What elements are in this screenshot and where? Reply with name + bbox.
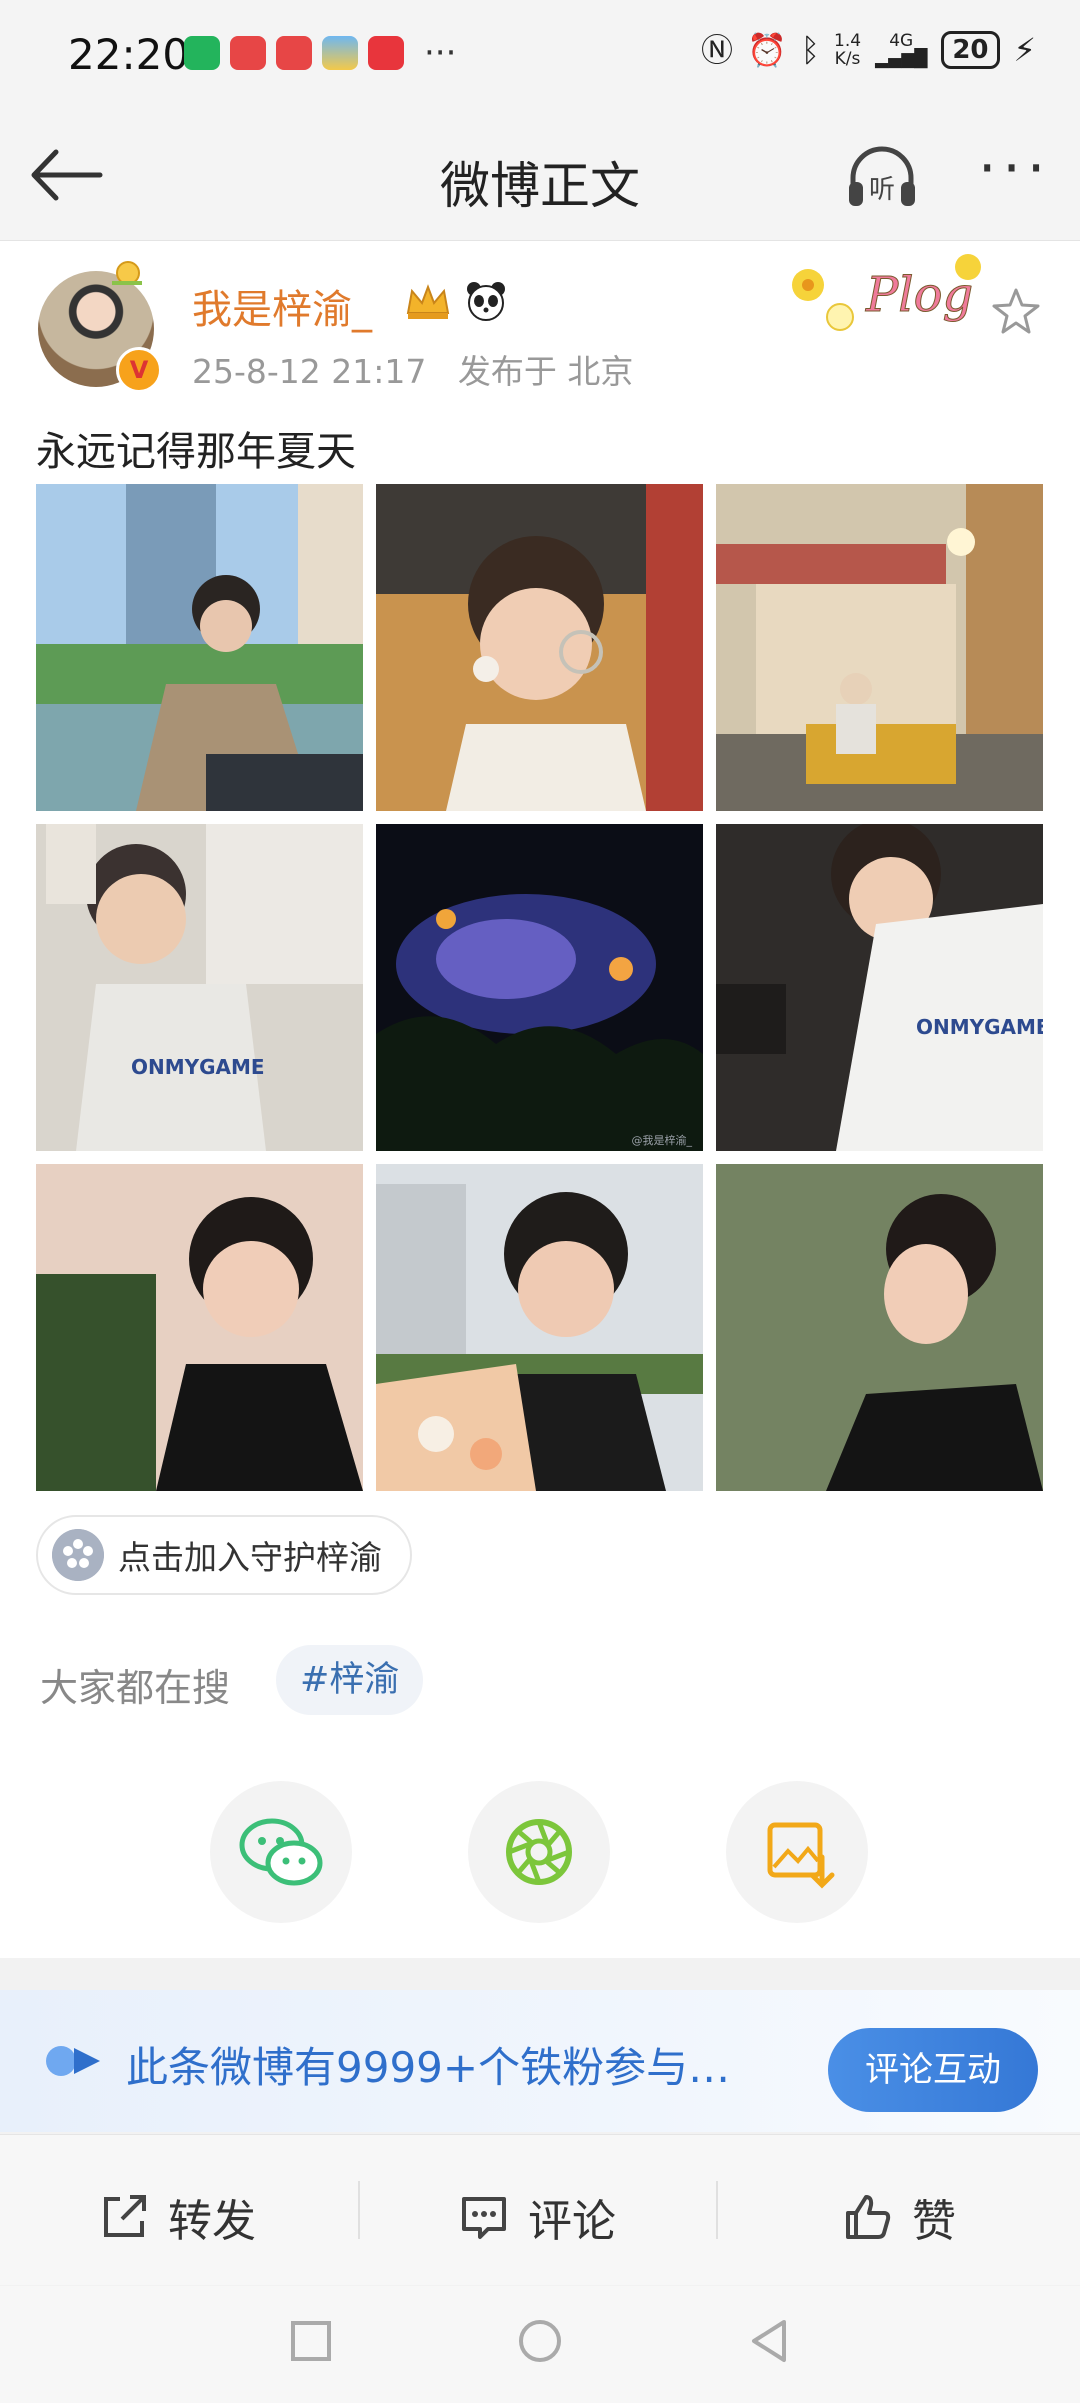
photo-tshirt-reading[interactable]: ONMYGAME bbox=[716, 824, 1043, 1151]
verified-v-badge-icon: V bbox=[116, 347, 162, 393]
repost-icon bbox=[104, 2195, 146, 2237]
snail-badge-icon bbox=[112, 261, 142, 285]
svg-text:听: 听 bbox=[869, 175, 895, 205]
status-bar: 22:20 ··· Ⓝ ⏰ ᛒ 1.4 K/s 4G ▂▄▆█ 20 ⚡ bbox=[0, 0, 1080, 110]
repost-button[interactable]: 转发 bbox=[98, 2185, 256, 2249]
photo-grid: ONMYGAME @我是梓渝_ ONMYGAME bbox=[36, 484, 1044, 1492]
back-triangle-icon[interactable] bbox=[744, 2316, 794, 2366]
charging-icon: ⚡ bbox=[1013, 31, 1036, 69]
photo-looking-up[interactable] bbox=[716, 1164, 1043, 1491]
like-button[interactable]: 赞 bbox=[842, 2185, 956, 2249]
post-location: 发布于 北京 bbox=[457, 352, 634, 391]
network-speed: 1.4 K/s bbox=[834, 31, 862, 69]
action-divider bbox=[358, 2181, 360, 2239]
headphones-listen-icon[interactable]: 听 bbox=[845, 142, 919, 212]
comment-icon bbox=[462, 2197, 506, 2239]
comment-interact-button[interactable]: 评论互动 bbox=[828, 2028, 1038, 2112]
red-book-app-icon bbox=[276, 36, 312, 70]
like-label: 赞 bbox=[912, 2196, 956, 2247]
trending-search-label: 大家都在搜 bbox=[40, 1666, 231, 1710]
nfc-icon: Ⓝ bbox=[700, 31, 733, 69]
system-nav-bar bbox=[0, 2286, 1080, 2403]
crown-badge-icon bbox=[406, 284, 450, 319]
running-app-icon bbox=[184, 36, 220, 70]
more-options-icon[interactable]: ··· bbox=[978, 134, 1051, 202]
svg-text:ONMYGAME: ONMYGAME bbox=[916, 1015, 1043, 1039]
repost-label: 转发 bbox=[168, 2196, 256, 2247]
top-nav-bar: 微博正文 听 ··· bbox=[0, 110, 1080, 241]
guard-flower-icon bbox=[52, 1529, 104, 1581]
photo-fireworks[interactable]: @我是梓渝_ bbox=[376, 824, 703, 1151]
home-icon[interactable] bbox=[515, 2316, 565, 2366]
photo-city-waterfront[interactable] bbox=[36, 484, 363, 811]
svg-text:@我是梓渝_: @我是梓渝_ bbox=[632, 1133, 693, 1147]
action-divider bbox=[716, 2181, 718, 2239]
share-wechat-button[interactable] bbox=[210, 1781, 352, 1923]
clock: 22:20 bbox=[68, 30, 190, 79]
moments-icon bbox=[506, 1819, 572, 1885]
panda-icon bbox=[467, 282, 505, 321]
save-image-button[interactable] bbox=[726, 1781, 868, 1923]
bluetooth-icon: ᛒ bbox=[800, 31, 820, 69]
post-timestamp: 25-8-12 21:17 bbox=[192, 352, 427, 391]
photo-street-tricycle[interactable] bbox=[716, 484, 1043, 811]
photo-glasses-closeup[interactable] bbox=[376, 484, 703, 811]
battery-icon: 20 bbox=[941, 31, 1000, 69]
comment-button[interactable]: 评论 bbox=[458, 2185, 616, 2249]
system-indicators: Ⓝ ⏰ ᛒ 1.4 K/s 4G ▂▄▆█ 20 ⚡ bbox=[701, 30, 1036, 70]
svg-text:ONMYGAME: ONMYGAME bbox=[131, 1055, 265, 1079]
alarm-icon: ⏰ bbox=[746, 31, 787, 69]
favorite-star-icon[interactable] bbox=[990, 285, 1042, 337]
photo-bouquet[interactable] bbox=[376, 1164, 703, 1491]
trending-tag[interactable]: #梓渝 bbox=[276, 1645, 424, 1715]
svg-text:Plog: Plog bbox=[865, 267, 973, 323]
username[interactable]: 我是梓渝_ bbox=[192, 277, 372, 335]
comment-label: 评论 bbox=[528, 2196, 616, 2247]
share-moments-button[interactable] bbox=[468, 1781, 610, 1923]
game-app-icon bbox=[322, 36, 358, 70]
photo-portrait-trees[interactable] bbox=[36, 1164, 363, 1491]
post-action-bar: 转发 评论 赞 bbox=[0, 2134, 1080, 2285]
recent-apps-icon[interactable] bbox=[286, 2316, 336, 2366]
photo-boxing-glove[interactable]: ONMYGAME bbox=[36, 824, 363, 1151]
wechat-icon bbox=[239, 1818, 323, 1886]
fan-participation-banner[interactable]: 此条微博有9999+个铁粉参与… 评论互动 bbox=[0, 1990, 1080, 2132]
thumbs-up-icon bbox=[846, 2195, 891, 2239]
notification-icons: ··· bbox=[184, 36, 456, 70]
plog-sticker-icon: Plog bbox=[792, 254, 981, 331]
save-image-icon bbox=[767, 1822, 835, 1889]
post-card: V 我是梓渝_ 25-8-12 21:17 发布于 北京 Plog 永远记得那年… bbox=[0, 241, 1080, 1958]
banner-text: 此条微博有9999+个铁粉参与… bbox=[126, 2043, 731, 2092]
red-book-app-icon bbox=[230, 36, 266, 70]
more-notifications-icon: ··· bbox=[424, 33, 457, 73]
post-text: 永远记得那年夏天 bbox=[36, 429, 356, 475]
join-guard-label: 点击加入守护梓渝 bbox=[118, 1538, 382, 1577]
signal-icon: 4G ▂▄▆█ bbox=[875, 31, 928, 69]
join-guard-button[interactable]: 点击加入守护梓渝 bbox=[36, 1515, 412, 1595]
huawei-app-icon bbox=[368, 36, 404, 70]
fan-participation-icon bbox=[46, 2046, 100, 2076]
post-meta: 25-8-12 21:17 发布于 北京 bbox=[192, 345, 633, 393]
